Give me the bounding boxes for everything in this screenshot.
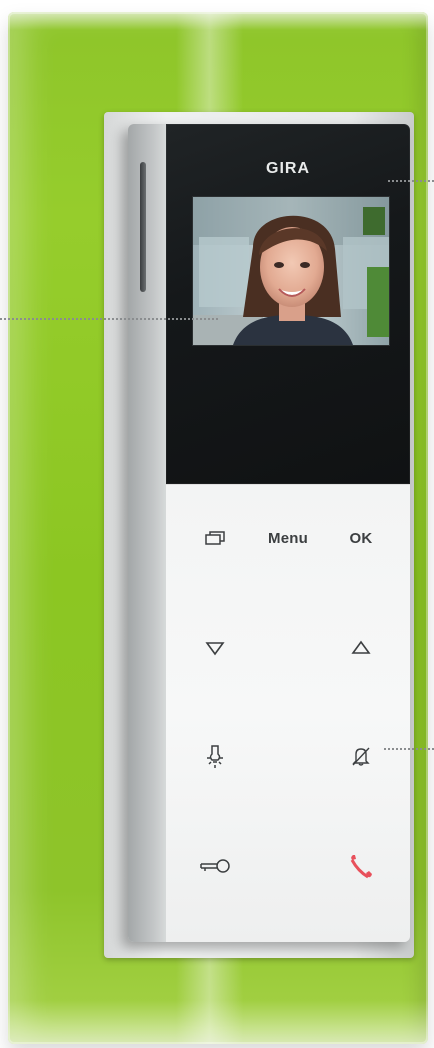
light-bulb-icon bbox=[207, 745, 223, 768]
menu-label: Menu bbox=[268, 529, 308, 547]
callout-line-top bbox=[388, 180, 434, 182]
visitor-video-image bbox=[193, 197, 389, 345]
arrow-down-icon bbox=[205, 642, 225, 656]
handset-icon bbox=[350, 855, 372, 879]
arrow-up-icon bbox=[351, 640, 371, 654]
call-button[interactable] bbox=[326, 846, 396, 886]
ok-button[interactable]: OK bbox=[326, 518, 396, 558]
bell-mute-icon bbox=[352, 747, 370, 766]
brand-logo: GIRA bbox=[266, 160, 310, 177]
arrow-up-button[interactable] bbox=[326, 628, 396, 668]
callout-line-bell bbox=[384, 748, 434, 750]
video-display bbox=[192, 196, 390, 346]
menu-button[interactable]: Menu bbox=[253, 518, 323, 558]
light-button[interactable] bbox=[180, 736, 250, 776]
key-icon bbox=[200, 859, 230, 873]
ok-label: OK bbox=[349, 529, 373, 547]
screen-panel: GIRA bbox=[166, 124, 410, 484]
door-open-button[interactable] bbox=[180, 846, 250, 886]
bell-mute-button[interactable] bbox=[326, 736, 396, 776]
side-slot bbox=[140, 162, 146, 292]
arrow-down-button[interactable] bbox=[180, 628, 250, 668]
keypad: Menu OK bbox=[166, 484, 410, 942]
screens-icon bbox=[205, 531, 225, 545]
screens-button[interactable] bbox=[180, 518, 250, 558]
callout-line-left bbox=[0, 318, 218, 320]
